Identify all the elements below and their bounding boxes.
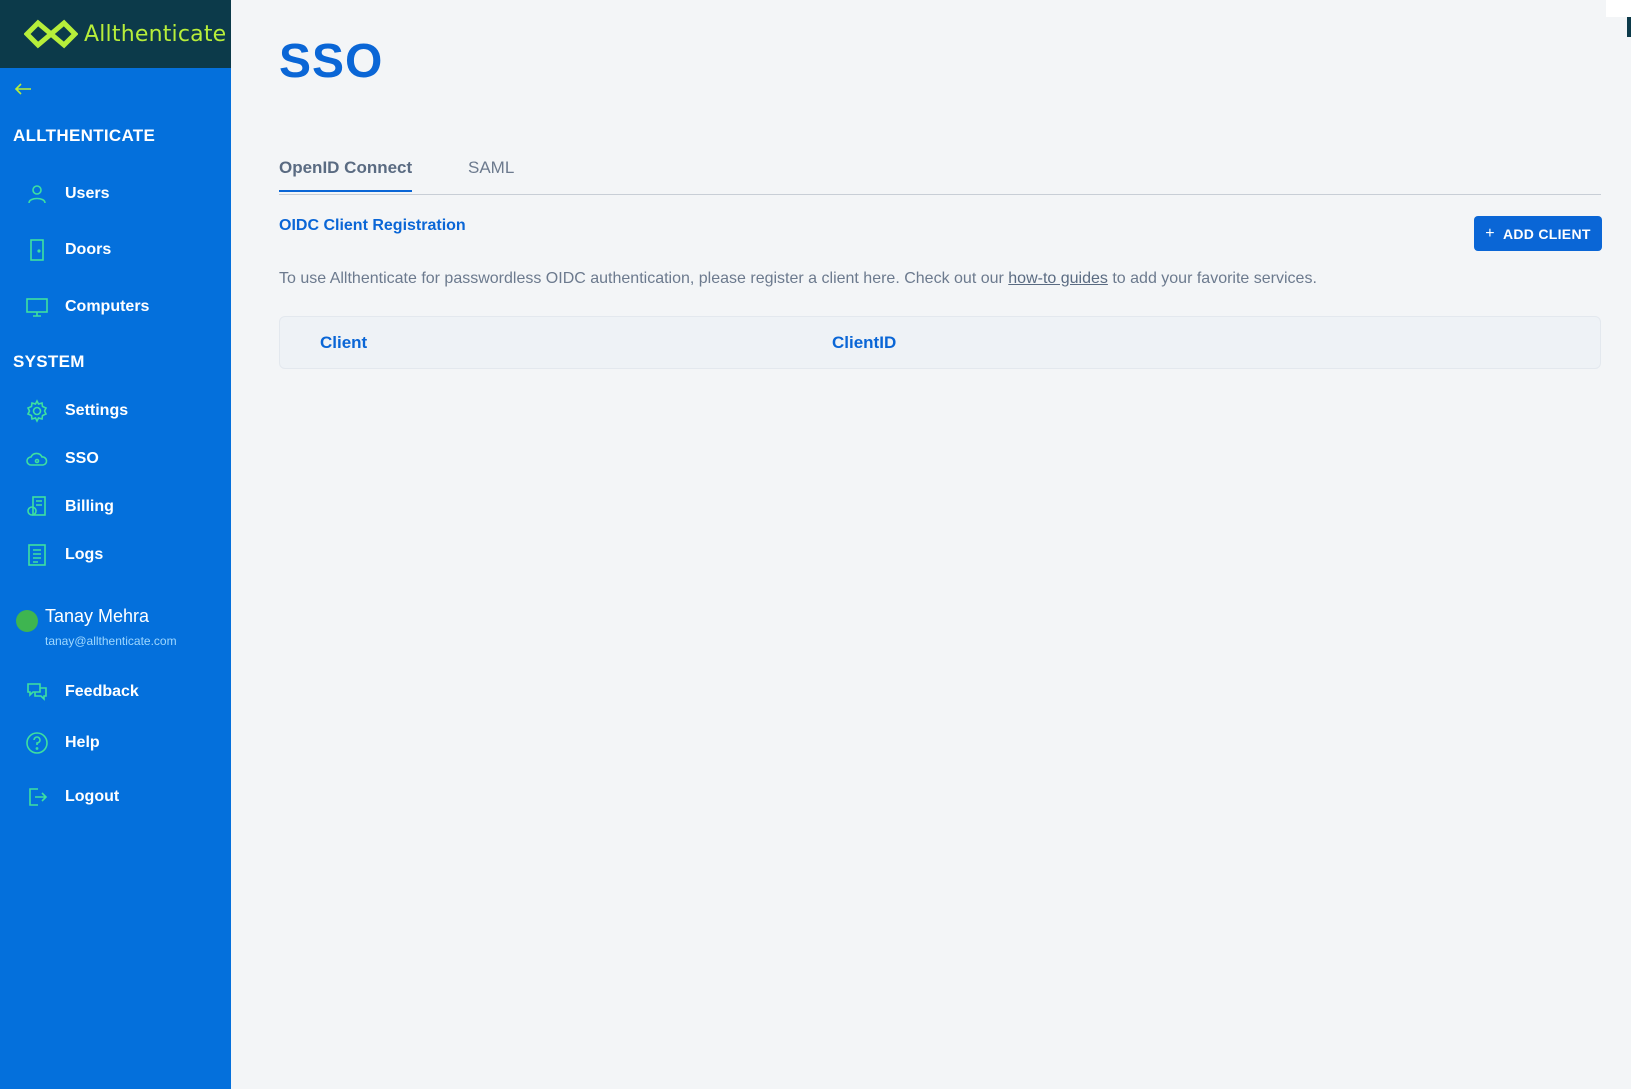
nav-settings-label: Settings — [65, 402, 129, 419]
user-email: tanay@allthenticate.com — [45, 634, 177, 648]
brand-name: Allthenticate — [84, 21, 227, 47]
nav-billing-label: Billing — [65, 498, 114, 515]
logout-icon — [24, 784, 50, 810]
nav-sso[interactable]: SSO — [0, 439, 231, 479]
column-client[interactable]: Client — [320, 333, 367, 353]
brand-bar[interactable]: Allthenticate — [0, 0, 231, 68]
chat-icon — [24, 679, 50, 705]
description: To use Allthenticate for passwordless OI… — [279, 270, 1317, 288]
add-client-label: ADD CLIENT — [1502, 225, 1591, 242]
sidebar: Allthenticate ALLTHENTICATE Users Doors … — [0, 0, 231, 1089]
tab-saml[interactable]: SAML — [468, 158, 514, 190]
table-header: Client ClientID — [279, 316, 1601, 369]
door-icon — [24, 237, 50, 263]
nav-feedback-label: Feedback — [65, 683, 139, 700]
nav-users[interactable]: Users — [0, 174, 231, 214]
system-heading: SYSTEM — [13, 352, 85, 371]
section-title: OIDC Client Registration — [279, 217, 466, 234]
add-client-button[interactable]: + ADD CLIENT — [1474, 216, 1602, 251]
logs-icon — [24, 542, 50, 568]
main-content: SSO OpenID Connect SAML OIDC Client Regi… — [231, 0, 1631, 1089]
user-icon — [24, 181, 50, 207]
nav-logout-label: Logout — [65, 788, 120, 805]
description-text-before: To use Allthenticate for passwordless OI… — [279, 270, 1009, 287]
nav-logout[interactable]: Logout — [0, 777, 231, 817]
cloud-icon — [24, 446, 50, 472]
nav-feedback[interactable]: Feedback — [0, 672, 231, 712]
monitor-icon — [24, 294, 50, 320]
corner-fragment-edge — [1627, 17, 1631, 37]
nav-logs-label: Logs — [65, 546, 104, 563]
user-name: Tanay Mehra — [45, 606, 150, 626]
nav-computers-label: Computers — [65, 298, 150, 315]
corner-fragment — [1606, 0, 1631, 17]
nav-users-label: Users — [65, 185, 110, 202]
column-clientid[interactable]: ClientID — [832, 333, 896, 353]
nav-help[interactable]: Help — [0, 723, 231, 763]
nav-doors-label: Doors — [65, 241, 112, 258]
nav-logs[interactable]: Logs — [0, 535, 231, 575]
back-arrow-icon[interactable] — [12, 78, 34, 100]
org-heading: ALLTHENTICATE — [13, 126, 156, 145]
nav-doors[interactable]: Doors — [0, 230, 231, 270]
how-to-guides-link[interactable]: how-to guides — [1008, 270, 1108, 287]
gear-icon — [24, 398, 50, 424]
nav-sso-label: SSO — [65, 450, 99, 467]
nav-computers[interactable]: Computers — [0, 287, 231, 327]
help-icon — [24, 730, 50, 756]
nav-help-label: Help — [65, 734, 100, 751]
page-title: SSO — [279, 35, 384, 88]
nav-billing[interactable]: Billing — [0, 487, 231, 527]
description-text-after: to add your favorite services. — [1107, 270, 1317, 287]
nav-settings[interactable]: Settings — [0, 391, 231, 431]
plus-icon: + — [1485, 224, 1495, 242]
avatar — [16, 610, 38, 632]
billing-icon — [24, 494, 50, 520]
tab-bar: OpenID Connect SAML — [279, 152, 1601, 195]
tab-openid-connect[interactable]: OpenID Connect — [279, 158, 413, 192]
allthenticate-logo-icon — [24, 19, 78, 49]
